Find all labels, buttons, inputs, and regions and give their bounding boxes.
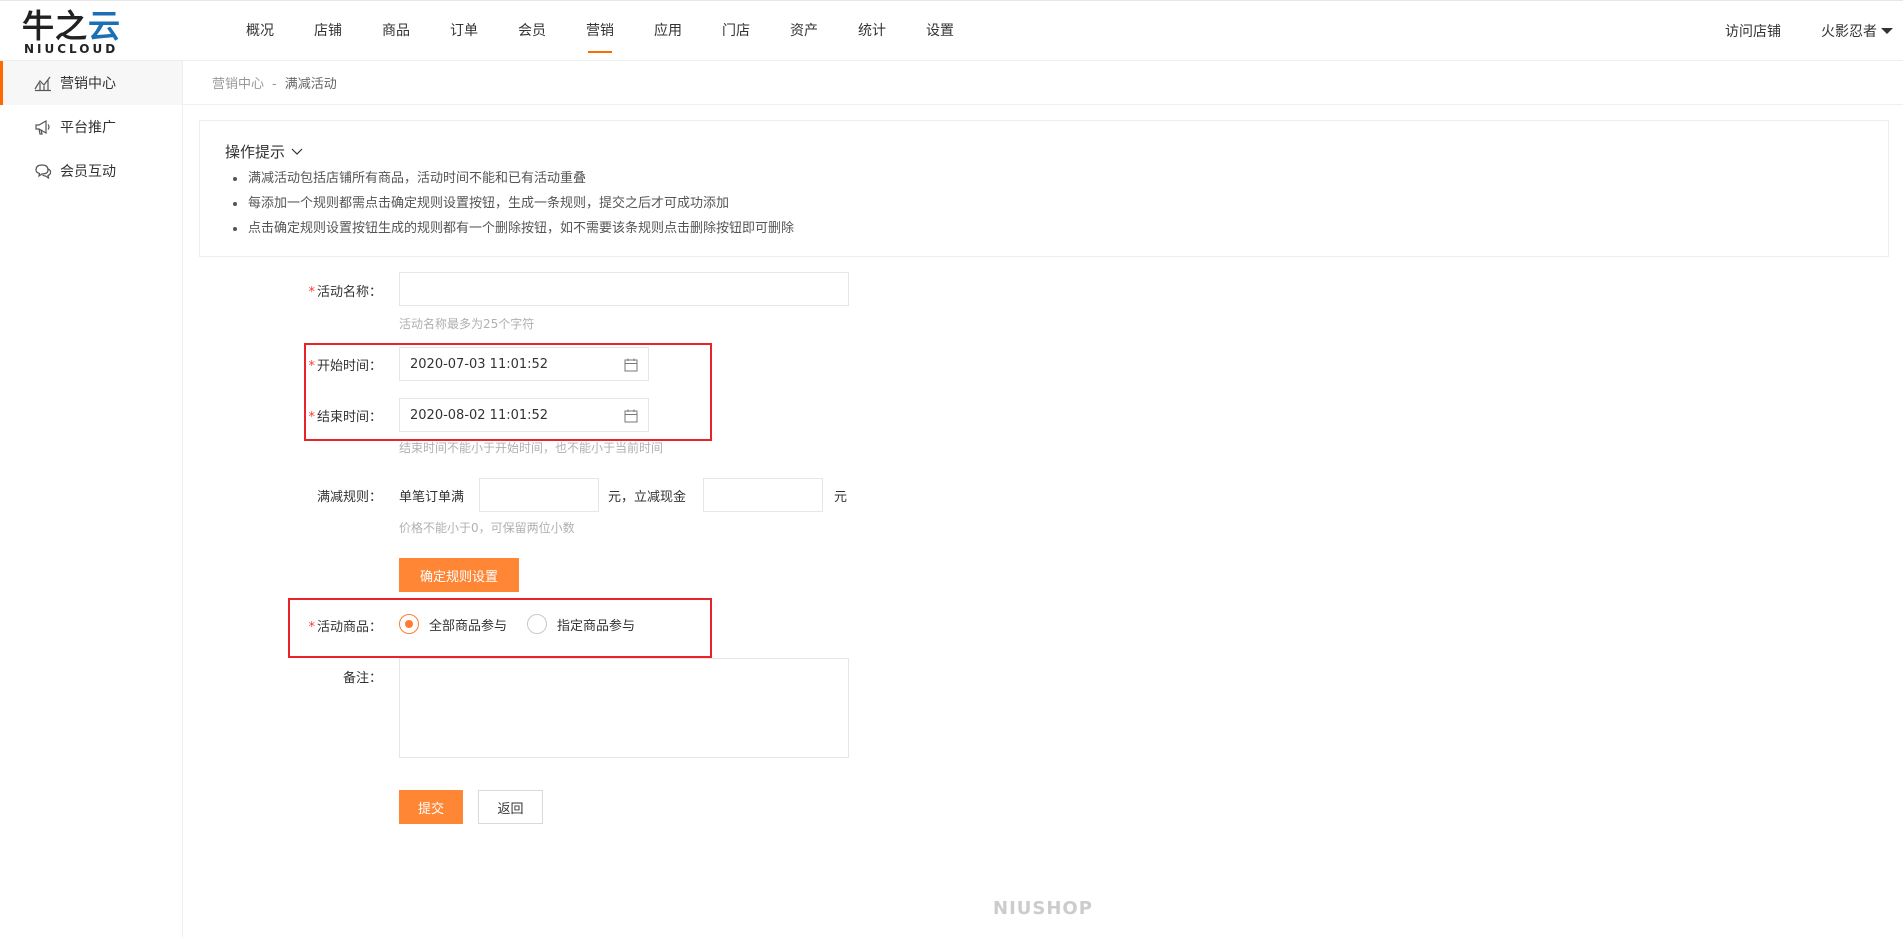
main-nav: 概况 店铺 商品 订单 会员 营销 应用 门店 资产 统计 设置 (226, 1, 974, 61)
start-time-label: * 开始时间： (242, 355, 382, 374)
activity-name-input[interactable] (399, 272, 849, 306)
rule-threshold-input[interactable] (479, 478, 599, 512)
required-mark: * (308, 359, 315, 374)
required-mark: * (308, 410, 315, 425)
activity-goods-label-text: 活动商品： (316, 620, 382, 635)
footer-brand: NIUSHOP (993, 898, 1093, 919)
radio-specified-goods[interactable]: 指定商品参与 (527, 614, 635, 634)
end-time-label: * 结束时间： (242, 406, 382, 425)
chart-icon (34, 76, 51, 92)
user-menu[interactable]: 火影忍者 (1821, 21, 1893, 41)
end-time-label-text: 结束时间： (316, 410, 382, 425)
chat-icon (35, 164, 52, 180)
radio-label: 全部商品参与 (429, 618, 508, 634)
breadcrumb: 营销中心 - 满减活动 (212, 73, 337, 92)
username: 火影忍者 (1821, 24, 1877, 40)
rule-mid: 元，立减现金 (608, 490, 687, 505)
required-mark: * (308, 620, 315, 635)
tip-item: 满减活动包括店铺所有商品，活动时间不能和已有活动重叠 (232, 166, 794, 191)
rule-discount-input[interactable] (703, 478, 823, 512)
tips-list: 满减活动包括店铺所有商品，活动时间不能和已有活动重叠 每添加一个规则都需点击确定… (232, 166, 794, 241)
sidebar-item-label: 营销中心 (60, 76, 116, 92)
sidebar-item-platform-promo[interactable]: 平台推广 (0, 105, 182, 149)
logo-mark-text: 牛之 (22, 7, 89, 45)
nav-item-settings[interactable]: 设置 (906, 1, 974, 61)
start-time-picker[interactable]: 2020-07-03 11:01:52 (399, 347, 649, 381)
caret-down-icon (1881, 28, 1893, 34)
logo-subtext: NIUCLOUD (24, 42, 119, 56)
nav-item-orders[interactable]: 订单 (430, 1, 498, 61)
breadcrumb-current: 满减活动 (284, 77, 337, 92)
required-mark: * (308, 285, 315, 300)
radio-unchecked-icon (527, 614, 547, 634)
tip-item: 点击确定规则设置按钮生成的规则都有一个删除按钮，如不需要该条规则点击删除按钮即可… (232, 216, 794, 241)
niucloud-logo[interactable]: 牛之云 NIUCLOUD (22, 9, 162, 55)
calendar-icon (624, 409, 638, 423)
sidebar-item-label: 会员互动 (60, 164, 116, 180)
nav-item-store[interactable]: 店铺 (294, 1, 362, 61)
rule-suffix: 元 (834, 490, 848, 505)
operation-tips: 操作提示 满减活动包括店铺所有商品，活动时间不能和已有活动重叠 每添加一个规则都… (199, 120, 1889, 257)
logo-mark-cloud: 云 (88, 7, 122, 45)
nav-item-stores[interactable]: 门店 (702, 1, 770, 61)
activity-name-label-text: 活动名称： (316, 285, 382, 300)
nav-item-overview[interactable]: 概况 (226, 1, 294, 61)
time-hint: 结束时间不能小于开始时间，也不能小于当前时间 (399, 441, 664, 455)
divider (183, 104, 1903, 105)
breadcrumb-parent[interactable]: 营销中心 (212, 77, 264, 92)
nav-item-stats[interactable]: 统计 (838, 1, 906, 61)
nav-item-marketing[interactable]: 营销 (566, 1, 634, 61)
start-time-value: 2020-07-03 11:01:52 (410, 356, 549, 372)
radio-all-goods[interactable]: 全部商品参与 (399, 614, 507, 634)
visit-store-link[interactable]: 访问店铺 (1725, 21, 1781, 41)
back-button[interactable]: 返回 (478, 790, 543, 824)
radio-checked-icon (399, 614, 419, 634)
chevron-down-icon (291, 148, 303, 155)
end-time-value: 2020-08-02 11:01:52 (410, 407, 549, 423)
header-right: 访问店铺 火影忍者 (1725, 1, 1903, 61)
rule-prefix: 单笔订单满 (399, 490, 465, 505)
end-time-picker[interactable]: 2020-08-02 11:01:52 (399, 398, 649, 432)
sidebar: 营销中心 平台推广 会员互动 (0, 61, 183, 937)
nav-item-goods[interactable]: 商品 (362, 1, 430, 61)
activity-name-label: * 活动名称： (242, 281, 382, 300)
nav-item-apps[interactable]: 应用 (634, 1, 702, 61)
breadcrumb-separator: - (272, 77, 277, 92)
top-header: 牛之云 NIUCLOUD 概况 店铺 商品 订单 会员 营销 应用 门店 资产 … (0, 0, 1903, 61)
start-time-label-text: 开始时间： (316, 359, 382, 374)
rule-hint: 价格不能小于0，可保留两位小数 (399, 521, 575, 535)
megaphone-icon (35, 119, 50, 135)
sidebar-item-marketing-center[interactable]: 营销中心 (0, 61, 182, 105)
sidebar-item-label: 平台推广 (60, 120, 116, 136)
calendar-icon (624, 358, 638, 372)
sidebar-item-member-interaction[interactable]: 会员互动 (0, 149, 182, 193)
activity-name-hint: 活动名称最多为25个字符 (399, 317, 535, 331)
submit-button[interactable]: 提交 (399, 790, 463, 824)
activity-goods-label: * 活动商品： (242, 616, 382, 635)
tips-title: 操作提示 (225, 143, 286, 161)
nav-item-members[interactable]: 会员 (498, 1, 566, 61)
remark-label: 备注： (342, 671, 382, 686)
rule-label: 满减规则： (316, 490, 382, 505)
tip-item: 每添加一个规则都需点击确定规则设置按钮，生成一条规则，提交之后才可成功添加 (232, 191, 794, 216)
nav-item-assets[interactable]: 资产 (770, 1, 838, 61)
radio-label: 指定商品参与 (557, 618, 636, 634)
tips-toggle[interactable]: 操作提示 (225, 141, 303, 162)
confirm-rule-button[interactable]: 确定规则设置 (399, 558, 519, 592)
remark-textarea[interactable] (399, 658, 849, 758)
